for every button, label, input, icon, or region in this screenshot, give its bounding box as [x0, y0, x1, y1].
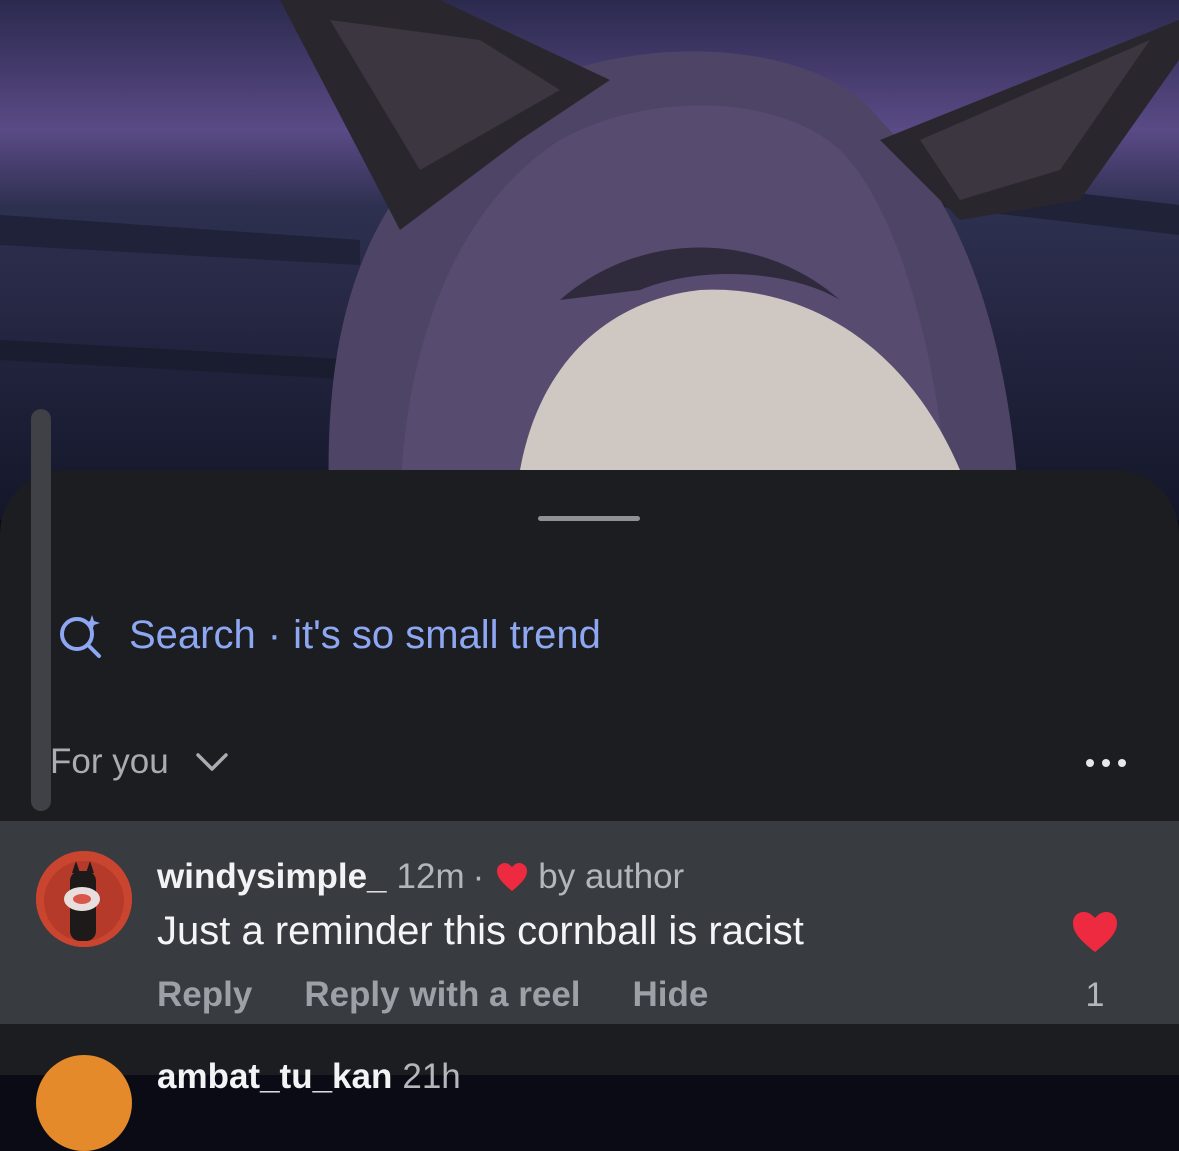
hide-button[interactable]: Hide: [633, 975, 709, 1015]
video-background: [0, 0, 1179, 520]
search-label: Search: [129, 612, 256, 657]
heart-icon: [497, 863, 528, 891]
sort-label: For you: [50, 742, 169, 781]
avatar[interactable]: [36, 851, 132, 947]
scrollbar[interactable]: [31, 409, 51, 811]
reply-button[interactable]: Reply: [157, 975, 252, 1015]
search-separator: ·: [267, 612, 282, 657]
search-suggestion[interactable]: Search · it's so small trend: [55, 610, 601, 660]
more-dot: [1086, 759, 1094, 767]
comment-meta: windysimple_ 12m · by author: [157, 854, 684, 900]
next-comment-avatar[interactable]: [36, 1055, 132, 1151]
more-dot: [1102, 759, 1110, 767]
comment-text: Just a reminder this cornball is racist: [157, 909, 804, 953]
comment-username[interactable]: windysimple_: [157, 857, 387, 897]
next-comment-username[interactable]: ambat_tu_kan: [157, 1057, 392, 1097]
more-dot: [1118, 759, 1126, 767]
chevron-down-icon: [195, 753, 228, 771]
reply-with-reel-button[interactable]: Reply with a reel: [304, 975, 580, 1015]
next-comment-meta: ambat_tu_kan 21h: [157, 1057, 461, 1097]
search-query: it's so small trend: [293, 612, 601, 657]
next-comment-time: 21h: [402, 1057, 461, 1096]
ai-search-icon: [60, 615, 101, 658]
liked-by-author-label: by author: [538, 857, 685, 896]
meta-separator: ·: [472, 857, 485, 896]
comments-sheet: Search · it's so small trend For you win…: [0, 470, 1179, 1151]
comment-row[interactable]: windysimple_ 12m · by author Just a remi…: [0, 821, 1179, 1024]
sort-dropdown[interactable]: For you: [50, 740, 229, 784]
sheet-grabber-handle[interactable]: [538, 516, 640, 521]
more-options-button[interactable]: [1076, 748, 1136, 778]
like-heart-icon[interactable]: [1071, 910, 1119, 954]
like-count: 1: [1085, 976, 1105, 1014]
comment-actions: Reply Reply with a reel Hide: [157, 973, 708, 1017]
comment-time: 12m: [396, 857, 465, 896]
